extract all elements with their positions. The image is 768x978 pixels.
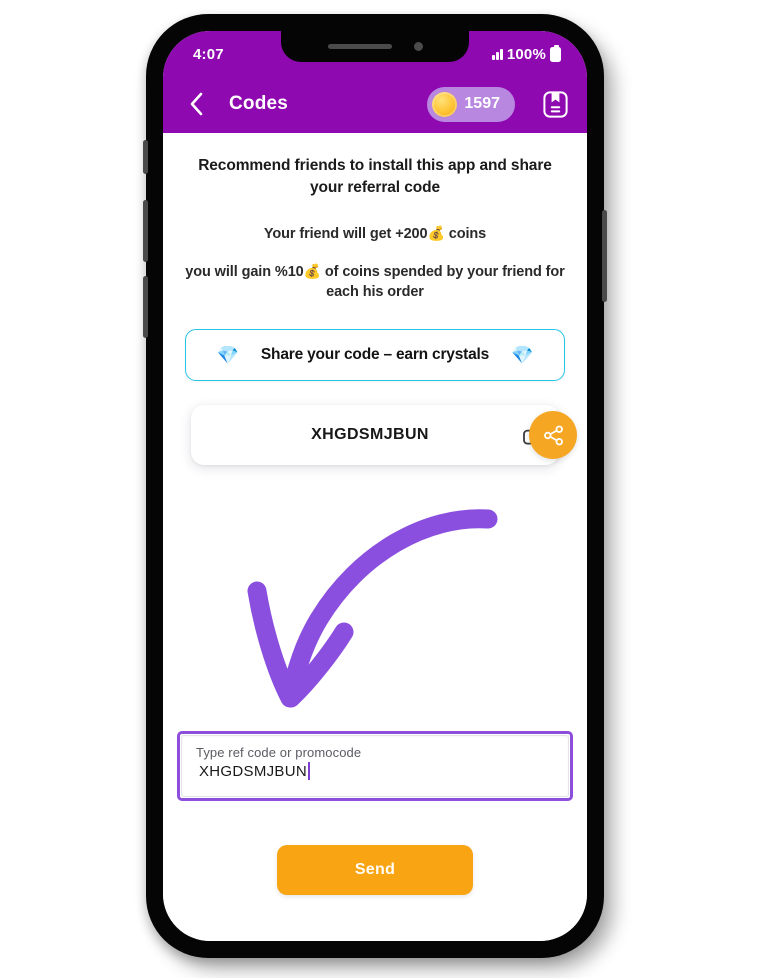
send-button[interactable]: Send [277, 845, 473, 895]
speaker-grille-icon [327, 44, 392, 49]
gem-icon-right: 💎 [511, 345, 534, 366]
battery-icon [550, 44, 561, 62]
text-cursor-icon [308, 762, 311, 780]
share-cta-label: Share your code – earn crystals [260, 346, 490, 364]
referral-headline: Recommend friends to install this app an… [198, 157, 552, 196]
money-bag-icon-2: 💰 [303, 262, 321, 279]
app-bar: Codes 1597 [163, 75, 587, 133]
promocode-input-inner[interactable]: Type ref code or promocode XHGDSMJBUN [181, 735, 569, 797]
coin-balance-badge[interactable]: 1597 [427, 86, 515, 122]
friend-bonus-prefix: Your friend will get +200 [263, 226, 428, 243]
page-title: Codes [229, 93, 289, 114]
gain-prefix: you will gain %10 [185, 263, 304, 280]
curved-arrow-down-left-icon [247, 501, 503, 715]
promocode-input-value: XHGDSMJBUN [199, 762, 308, 780]
promocode-input-label: Type ref code or promocode [196, 745, 362, 760]
phone-device-frame: 4:07 100% Codes 1597 Recommend friends t… [143, 14, 607, 958]
referral-code-value: XHGDSMJBUN [311, 426, 429, 444]
status-bar: 4:07 100% [163, 31, 587, 75]
friend-bonus-suffix: coins [448, 226, 487, 243]
signal-bars-icon [492, 49, 503, 60]
status-bar-time: 4:07 [193, 46, 224, 63]
volume-up-button[interactable] [143, 200, 148, 262]
bookmark-icon[interactable] [539, 88, 571, 120]
money-bag-icon: 💰 [427, 225, 445, 242]
silent-switch-button[interactable] [143, 140, 148, 174]
gain-suffix: of coins spended by your friend for each… [324, 263, 565, 300]
share-code-earn-crystals-button[interactable]: 💎 Share your code – earn crystals 💎 [185, 329, 565, 382]
coin-balance-count: 1597 [464, 95, 500, 112]
coin-icon [432, 91, 458, 117]
status-bar-battery-percent: 100% [506, 46, 546, 63]
friend-bonus-line: Your friend will get +200💰 coins [177, 224, 573, 245]
share-nodes-icon[interactable] [529, 411, 577, 460]
phone-screen: 4:07 100% Codes 1597 Recommend friends t… [163, 31, 587, 941]
screenshot-stage: 4:07 100% Codes 1597 Recommend friends t… [0, 0, 768, 978]
status-bar-right: 100% [492, 43, 561, 63]
front-camera-icon [413, 42, 423, 51]
power-button[interactable] [602, 210, 607, 302]
gem-icon-left: 💎 [216, 345, 239, 366]
volume-down-button[interactable] [143, 276, 148, 338]
referral-code-card: XHGDSMJBUN [191, 405, 577, 466]
promocode-input-value-row[interactable]: XHGDSMJBUN [196, 762, 554, 780]
page-body: Recommend friends to install this app an… [163, 133, 587, 941]
promocode-input-wrapper[interactable]: Type ref code or promocode XHGDSMJBUN [177, 731, 573, 801]
chevron-left-icon[interactable] [181, 89, 211, 119]
phone-notch [281, 31, 469, 62]
gain-percentage-line: you will gain %10💰 of coins spended by y… [177, 262, 573, 302]
